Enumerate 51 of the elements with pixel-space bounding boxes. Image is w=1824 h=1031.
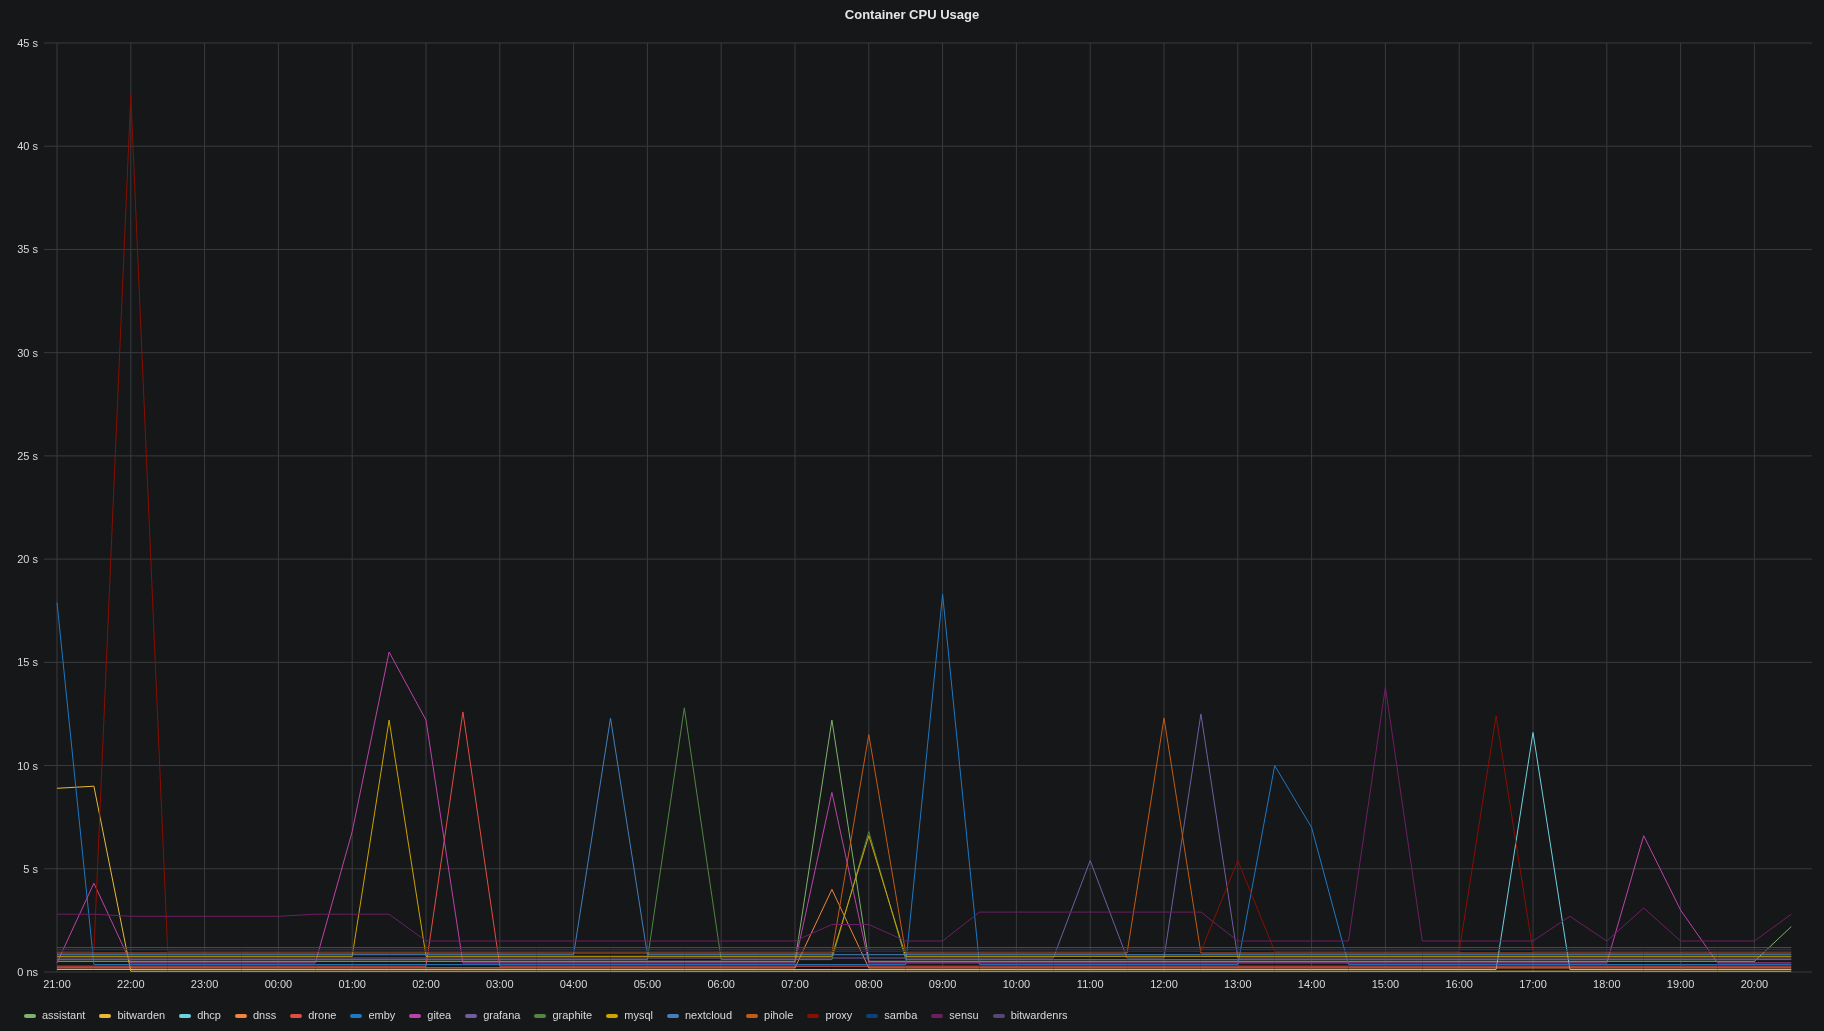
axis-label: 12:00 <box>1150 978 1178 990</box>
axis-label: 02:00 <box>412 978 440 990</box>
legend-label[interactable]: sensu <box>949 1007 979 1024</box>
legend-label[interactable]: dnss <box>253 1007 277 1024</box>
legend-label[interactable]: proxy <box>825 1007 853 1024</box>
legend-label[interactable]: grafana <box>483 1007 521 1024</box>
axis-label: 04:00 <box>559 978 588 990</box>
axis-label: 11:00 <box>1076 978 1104 990</box>
legend-label[interactable]: graphite <box>552 1007 593 1024</box>
legend-label[interactable]: emby <box>368 1007 396 1024</box>
legend-label[interactable]: samba <box>884 1007 918 1024</box>
axis-label: 08:00 <box>855 978 883 990</box>
axis-label: 18:00 <box>1593 978 1621 990</box>
axis-label: 13:00 <box>1224 978 1252 990</box>
axis-label: 0 ns <box>17 966 38 978</box>
chart-title: Container CPU Usage <box>844 6 980 25</box>
legend-label[interactable]: mysql <box>624 1007 653 1024</box>
axis-label: 00:00 <box>264 978 293 990</box>
legend-label[interactable]: bitwardenrs <box>1010 1007 1068 1024</box>
axis-label: 19:00 <box>1666 978 1695 990</box>
axis-label: 03:00 <box>486 978 514 990</box>
axis-label: 17:00 <box>1519 978 1547 990</box>
axis-label: 05:00 <box>633 978 662 990</box>
axis-label: 25 s <box>17 449 38 462</box>
legend-label[interactable]: assistant <box>42 1007 86 1024</box>
axis-label: 21:00 <box>43 978 71 990</box>
axis-label: 20:00 <box>1740 978 1769 990</box>
axis-label: 40 s <box>17 140 38 153</box>
axis-label: 20 s <box>17 553 38 566</box>
axis-label: 30 s <box>17 346 38 359</box>
axis-label: 15:00 <box>1371 978 1400 990</box>
axis-label: 16:00 <box>1445 978 1473 990</box>
legend-label[interactable]: bitwarden <box>117 1007 166 1024</box>
axis-label: 22:00 <box>117 978 145 990</box>
legend-label[interactable]: pihole <box>764 1007 794 1024</box>
legend-label[interactable]: nextcloud <box>684 1007 733 1024</box>
axis-label: 23:00 <box>190 978 219 990</box>
axis-label: 06:00 <box>707 978 735 990</box>
legend-label[interactable]: gitea <box>427 1007 452 1024</box>
axis-label: 14:00 <box>1297 978 1326 990</box>
axis-label: 5 s <box>23 862 38 875</box>
axis-label: 07:00 <box>781 978 809 990</box>
axis-label: 35 s <box>17 243 38 256</box>
axis-label: 10:00 <box>1002 978 1031 990</box>
axis-label: 45 s <box>17 37 38 49</box>
axis-label: 01:00 <box>338 978 366 990</box>
axis-label: 15 s <box>17 656 38 669</box>
legend-label[interactable]: dhcp <box>197 1007 221 1024</box>
legend-label[interactable]: drone <box>308 1007 337 1024</box>
axis-label: 10 s <box>17 759 38 772</box>
axis-label: 09:00 <box>928 978 957 990</box>
